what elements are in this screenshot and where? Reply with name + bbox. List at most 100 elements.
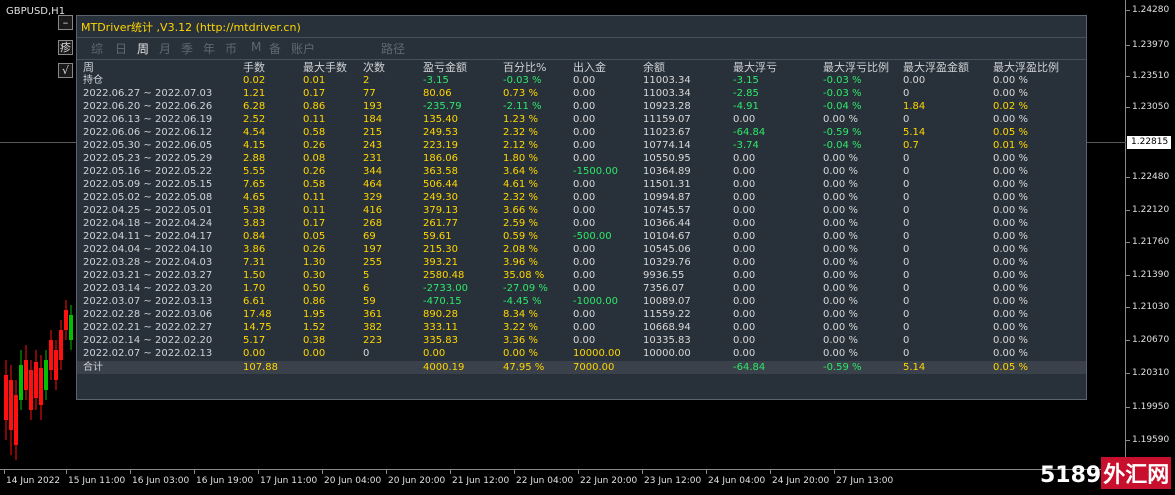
tab-4[interactable]: 季 (181, 40, 193, 57)
time-label: 15 Jun 11:00 (68, 476, 126, 486)
cell-max_lots: 0.58 (303, 179, 326, 190)
cell-balance: 10545.06 (643, 244, 691, 255)
cell-count: 184 (363, 114, 383, 125)
tab-7[interactable]: M (251, 40, 261, 54)
price-label: 1.24280 (1132, 5, 1170, 15)
time-tick (130, 470, 131, 474)
cell-max_dd_pct: 0.00 % (823, 192, 858, 203)
cell-week: 2022.03.21 ~ 2022.03.27 (83, 270, 213, 281)
cell-pct: 4.61 % (503, 179, 538, 190)
tab-8[interactable]: 备 (269, 40, 281, 57)
time-label: 24 Jun 04:00 (708, 476, 766, 486)
minimize-button[interactable]: – (58, 15, 73, 30)
time-label: 20 Jun 20:00 (388, 476, 446, 486)
price-label: 1.22120 (1132, 205, 1170, 215)
cell-inout: 0.00 (573, 244, 596, 255)
cell-balance: 11003.34 (643, 75, 691, 86)
tab-0[interactable]: 综 (91, 40, 103, 57)
cell-balance: 11159.07 (643, 114, 691, 125)
cell-pct: 3.22 % (503, 322, 538, 333)
cell-max_fp_pct: 0.05 % (993, 362, 1028, 373)
time-tick (66, 470, 67, 474)
table-row: 2022.05.02 ~ 2022.05.08 4.65 0.11 329 249.30… (77, 191, 1086, 204)
cell-inout: 0.00 (573, 88, 596, 99)
cell-count: 255 (363, 257, 383, 268)
tab-1[interactable]: 日 (115, 40, 127, 57)
cell-count: 382 (363, 322, 383, 333)
cell-balance: 余额 (643, 61, 665, 74)
cell-week: 2022.04.25 ~ 2022.05.01 (83, 205, 213, 216)
price-label: 1.22480 (1132, 172, 1170, 182)
cell-max_fp: 0 (903, 179, 910, 190)
time-tick (322, 470, 323, 474)
cell-max_fp_pct: 0.00 % (993, 75, 1028, 86)
cell-max_fp_pct: 0.00 % (993, 270, 1028, 281)
cell-max_dd_pct: 0.00 % (823, 179, 858, 190)
cell-count: 59 (363, 296, 376, 307)
cell-week: 2022.03.07 ~ 2022.03.13 (83, 296, 213, 307)
side-button-2[interactable]: 疹 (58, 40, 73, 55)
cell-max_dd: -4.91 (733, 101, 759, 112)
cell-inout: 7000.00 (573, 362, 615, 373)
cell-count: 268 (363, 218, 383, 229)
time-label: 23 Jun 12:00 (644, 476, 702, 486)
cell-inout: 0.00 (573, 75, 596, 86)
cell-lots: 14.75 (243, 322, 272, 333)
cell-max_dd_pct: 0.00 % (823, 114, 858, 125)
cell-max_dd: 0.00 (733, 322, 756, 333)
cell-max_dd: -2.85 (733, 88, 759, 99)
cell-max_dd_pct: -0.03 % (823, 88, 862, 99)
cell-lots: 6.28 (243, 101, 266, 112)
tab-5[interactable]: 年 (203, 40, 215, 57)
candle-body (59, 330, 63, 360)
time-label: 24 Jun 20:00 (772, 476, 830, 486)
cell-max_fp: 0 (903, 335, 910, 346)
cell-max_dd: 0.00 (733, 179, 756, 190)
cell-count: 416 (363, 205, 383, 216)
cell-count: 223 (363, 335, 383, 346)
divider (77, 59, 1086, 60)
cell-pct: 3.66 % (503, 205, 538, 216)
watermark-box: 外汇网 (1101, 457, 1172, 489)
check-button[interactable]: √ (58, 63, 73, 78)
table-row: 2022.05.23 ~ 2022.05.29 2.88 0.08 231 186.06… (77, 152, 1086, 165)
cell-inout: 0.00 (573, 127, 596, 138)
cell-inout: 0.00 (573, 192, 596, 203)
cell-inout: 0.00 (573, 101, 596, 112)
price-tick (1126, 440, 1130, 441)
price-tick (1126, 242, 1130, 243)
cell-max_fp: 0 (903, 88, 910, 99)
cell-pnl: 379.13 (423, 205, 458, 216)
cell-max_dd: 0.00 (733, 296, 756, 307)
cell-max_lots: 1.95 (303, 309, 326, 320)
tab-3[interactable]: 月 (159, 40, 171, 57)
cell-balance: 10364.89 (643, 166, 691, 177)
cell-pnl: 393.21 (423, 257, 458, 268)
cell-balance: 9936.55 (643, 270, 685, 281)
cell-max_dd_pct: -0.04 % (823, 101, 862, 112)
time-tick (4, 470, 5, 474)
cell-max_fp: 0 (903, 231, 910, 242)
cell-max_fp: 0 (903, 348, 910, 359)
cell-pnl: 186.06 (423, 153, 458, 164)
table-row: 2022.02.28 ~ 2022.03.06 17.48 1.95 361 890.2… (77, 308, 1086, 321)
cell-pnl: 363.58 (423, 166, 458, 177)
table-row: 2022.03.28 ~ 2022.04.03 7.31 1.30 255 393.21… (77, 256, 1086, 269)
cell-inout: 10000.00 (573, 348, 621, 359)
cell-max_dd_pct: 0.00 % (823, 309, 858, 320)
cell-max_dd_pct: 0.00 % (823, 296, 858, 307)
tab-9[interactable]: 账户 (291, 40, 315, 57)
tab-2[interactable]: 周 (137, 40, 149, 57)
table-row: 2022.06.06 ~ 2022.06.12 4.54 0.58 215 249.53… (77, 126, 1086, 139)
cell-pnl: -2733.00 (423, 283, 468, 294)
cell-count: 329 (363, 192, 383, 203)
cell-pnl: 135.40 (423, 114, 458, 125)
cell-max_fp_pct: 0.00 % (993, 153, 1028, 164)
time-label: 20 Jun 04:00 (324, 476, 382, 486)
cell-lots: 4.15 (243, 140, 266, 151)
time-label: 22 Jun 20:00 (580, 476, 638, 486)
cell-max_fp: 5.14 (903, 362, 926, 373)
tab-10[interactable]: 路径 (381, 40, 405, 57)
tab-6[interactable]: 币 (225, 40, 237, 57)
candle-body (39, 368, 43, 405)
